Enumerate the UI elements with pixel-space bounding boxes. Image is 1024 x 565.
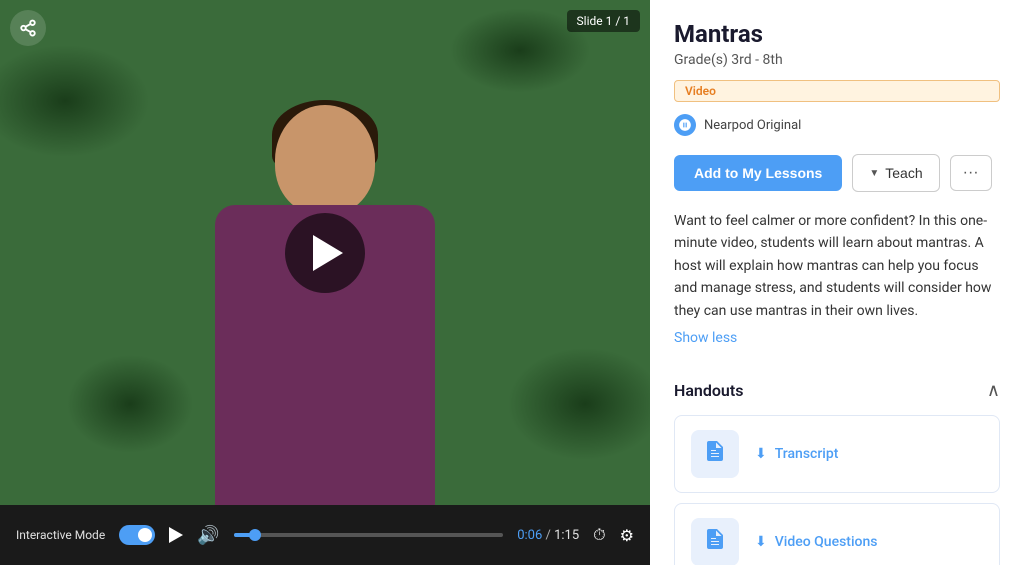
video-questions-download-link[interactable]: ⬇ Video Questions	[755, 534, 877, 550]
nearpod-logo	[674, 114, 696, 136]
progress-fill	[234, 533, 256, 537]
play-pause-button[interactable]	[169, 527, 183, 543]
controls-bar: Interactive Mode 🔊 0:06 / 1:15 ⏱ ⚙	[0, 505, 650, 565]
handouts-header: Handouts ∧	[674, 380, 1000, 401]
toggle-knob	[138, 528, 152, 542]
action-buttons: Add to My Lessons ▼ Teach ···	[674, 154, 1000, 192]
teach-label: Teach	[885, 165, 922, 181]
video-player: Slide 1 / 1 Interactive Mode 🔊 0:06 / 1:…	[0, 0, 650, 565]
lesson-grade: Grade(s) 3rd - 8th	[674, 52, 1000, 68]
teach-button[interactable]: ▼ Teach	[852, 154, 939, 192]
time-display: 0:06 / 1:15	[517, 528, 579, 543]
person-figure	[185, 85, 465, 505]
handout-icon-box-video-questions	[691, 518, 739, 565]
play-triangle-icon	[313, 235, 343, 271]
handouts-title: Handouts	[674, 381, 743, 400]
play-icon	[169, 527, 183, 543]
time-current: 0:06	[517, 528, 542, 543]
progress-bar[interactable]	[234, 533, 504, 537]
lesson-title: Mantras	[674, 20, 1000, 48]
handout-icon-box-transcript	[691, 430, 739, 478]
video-area[interactable]: Slide 1 / 1	[0, 0, 650, 505]
settings-button[interactable]: ⚙	[620, 526, 634, 545]
handout-item-video-questions: ⬇ Video Questions	[674, 503, 1000, 565]
add-to-lessons-button[interactable]: Add to My Lessons	[674, 155, 842, 191]
share-button[interactable]	[10, 10, 46, 46]
more-options-button[interactable]: ···	[950, 155, 992, 191]
nearpod-original-label: Nearpod Original	[704, 118, 801, 133]
lesson-description: Want to feel calmer or more confident? I…	[674, 210, 1000, 322]
time-total: 1:15	[554, 528, 579, 543]
slide-indicator: Slide 1 / 1	[567, 10, 640, 32]
transcript-download-link[interactable]: ⬇ Transcript	[755, 446, 838, 462]
video-questions-document-icon	[703, 527, 727, 557]
show-less-button[interactable]: Show less	[674, 330, 1000, 346]
right-panel: Mantras Grade(s) 3rd - 8th Video Nearpod…	[650, 0, 1024, 565]
volume-button[interactable]: 🔊	[197, 525, 219, 546]
play-button-center[interactable]	[285, 213, 365, 293]
collapse-handouts-icon[interactable]: ∧	[987, 380, 1000, 401]
person-head	[275, 105, 375, 215]
nearpod-original: Nearpod Original	[674, 114, 1000, 136]
handout-item-transcript: ⬇ Transcript	[674, 415, 1000, 493]
progress-thumb	[249, 529, 261, 541]
download-icon-2: ⬇	[755, 534, 767, 550]
interactive-mode-label: Interactive Mode	[16, 528, 105, 542]
transcript-label: Transcript	[775, 446, 839, 462]
teach-chevron-icon: ▼	[869, 168, 879, 179]
video-badge: Video	[674, 80, 1000, 102]
time-separator: /	[546, 528, 555, 543]
timer-button[interactable]: ⏱	[593, 525, 605, 545]
transcript-document-icon	[703, 439, 727, 469]
video-questions-label: Video Questions	[775, 534, 878, 550]
interactive-mode-toggle[interactable]	[119, 525, 155, 545]
download-icon: ⬇	[755, 446, 767, 462]
